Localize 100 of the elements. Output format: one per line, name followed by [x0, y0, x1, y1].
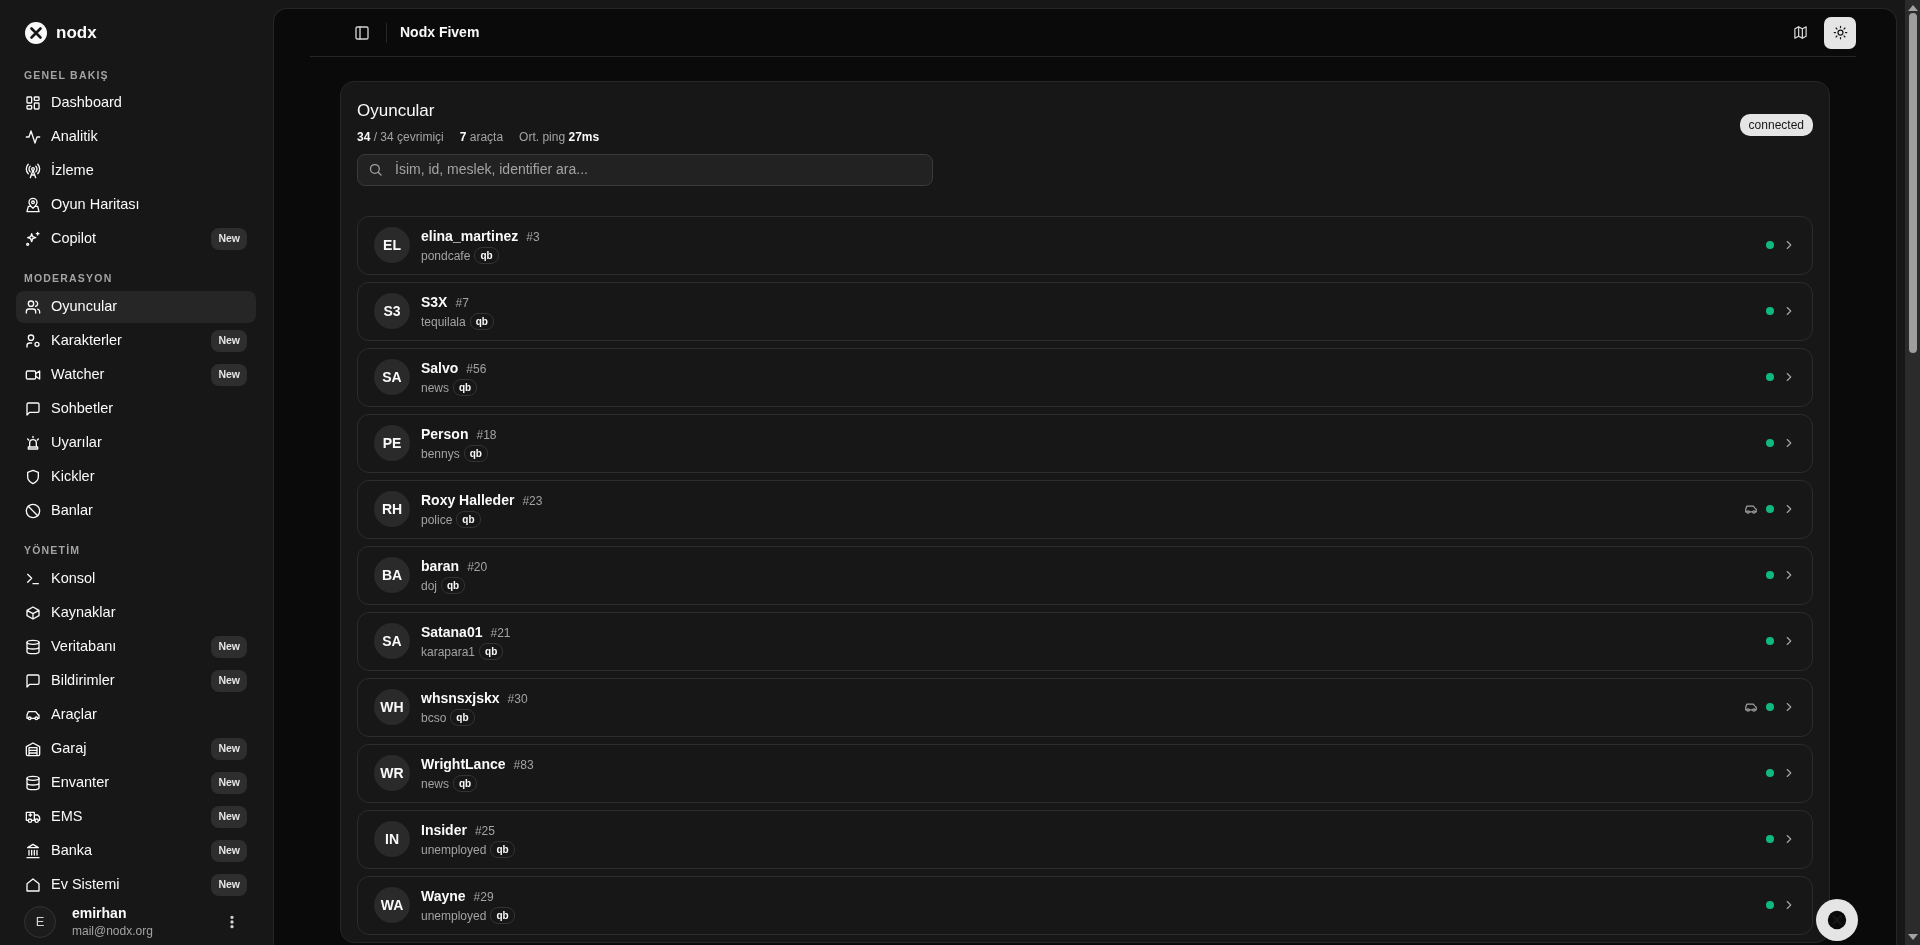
- player-avatar: WA: [374, 887, 410, 923]
- player-id: #23: [522, 492, 543, 510]
- sidebar-item[interactable]: Banlar: [16, 495, 256, 527]
- player-avatar: SA: [374, 359, 410, 395]
- house-icon: [25, 876, 41, 893]
- sidebar-item[interactable]: Konsol: [16, 562, 256, 595]
- sidebar-item[interactable]: Ev Sistemi New: [16, 868, 256, 901]
- sidebar-item[interactable]: Bildirimler New: [16, 664, 256, 697]
- user-avatar: E: [24, 906, 56, 939]
- scrollbar[interactable]: [1905, 0, 1920, 945]
- player-name: Satana01: [421, 622, 483, 642]
- page-title: Nodx Fivem: [400, 23, 480, 42]
- sidebar-item[interactable]: İzleme: [16, 155, 256, 188]
- player-avatar: BA: [374, 557, 410, 593]
- player-row[interactable]: WR WrightLance #83 news qb: [357, 743, 1813, 803]
- framework-tag: qb: [453, 775, 478, 792]
- framework-tag: qb: [469, 313, 494, 330]
- framework-tag: qb: [490, 841, 515, 858]
- player-row[interactable]: SA Salvo #56 news qb: [357, 347, 1813, 407]
- framework-tag: qb: [441, 577, 466, 594]
- player-job: news: [421, 379, 449, 397]
- sun-icon: [1832, 25, 1848, 40]
- player-job: pondcafe: [421, 247, 471, 265]
- player-row[interactable]: WA Wayne #29 unemployed qb: [357, 875, 1813, 935]
- player-id: #18: [476, 426, 497, 444]
- player-row[interactable]: PE Person #18 bennys qb: [357, 413, 1813, 473]
- player-row[interactable]: S3 S3X #7 tequilala qb: [357, 281, 1813, 341]
- player-name: Salvo: [421, 358, 459, 378]
- section-heading: YÖNETİM: [23, 543, 82, 558]
- chat-bubble-icon: [25, 672, 41, 689]
- siren-icon: [25, 435, 41, 451]
- framework-tag: qb: [450, 709, 475, 726]
- section-heading: GENEL BAKIŞ: [23, 67, 110, 83]
- player-name: baran: [421, 556, 460, 576]
- player-row[interactable]: IN Insider #25 unemployed qb: [357, 809, 1813, 869]
- player-row[interactable]: EL elina_martinez #3 pondcafe qb: [357, 215, 1813, 275]
- sidebar-item[interactable]: Araçlar: [16, 698, 256, 731]
- search-icon: [368, 162, 383, 177]
- new-badge: New: [211, 771, 247, 794]
- stat-text: 34 / 34 çevrimiçi: [357, 128, 444, 146]
- sidebar-item[interactable]: Oyun Haritası: [16, 189, 256, 222]
- logo-icon: [24, 20, 48, 45]
- bank-icon: [25, 842, 41, 859]
- sidebar-item[interactable]: Watcher New: [16, 359, 256, 391]
- new-badge: New: [211, 669, 247, 692]
- player-name: WrightLance: [421, 754, 506, 774]
- sidebar-item[interactable]: Karakterler New: [16, 325, 256, 357]
- sidebar-item[interactable]: Veritabanı New: [16, 630, 256, 663]
- player-row[interactable]: BA baran #20 doj qb: [357, 545, 1813, 605]
- sidebar-item[interactable]: Analitik: [16, 121, 256, 154]
- player-row[interactable]: RH Roxy Halleder #23 police qb: [357, 479, 1813, 539]
- sidebar-item[interactable]: Dashboard: [16, 87, 256, 120]
- stat-text: 7 araçta: [459, 128, 504, 146]
- framework-tag: qb: [490, 907, 515, 924]
- player-job: doj: [421, 577, 437, 595]
- radio-tower-icon: [25, 163, 41, 180]
- sidebar-item[interactable]: Oyuncular: [16, 291, 256, 323]
- sidebar-item[interactable]: Banka New: [16, 834, 256, 867]
- player-name: Wayne: [421, 886, 466, 906]
- player-row[interactable]: SA Satana01 #21 karapara1 qb: [357, 611, 1813, 671]
- player-id: #21: [490, 624, 511, 642]
- warehouse-icon: [25, 740, 41, 757]
- new-badge: New: [211, 873, 247, 896]
- player-row[interactable]: WH whsnsxjskx #30 bcso qb: [357, 677, 1813, 737]
- new-badge: New: [211, 330, 247, 352]
- search-field[interactable]: İsim, id, meslek, identifier ara...: [393, 158, 922, 181]
- pulse-icon: [25, 129, 41, 146]
- grid-icon: [25, 95, 41, 112]
- users-icon: [25, 299, 41, 315]
- sidebar-item[interactable]: Sohbetler: [16, 393, 256, 425]
- player-avatar: WR: [374, 755, 410, 791]
- sidebar-item[interactable]: Envanter New: [16, 766, 256, 799]
- theme-toggle-button[interactable]: [1824, 16, 1856, 49]
- database-icon: [25, 638, 41, 655]
- player-avatar: SA: [374, 623, 410, 659]
- new-badge: New: [211, 805, 247, 828]
- player-name: Person: [421, 424, 469, 444]
- player-id: #25: [474, 822, 495, 840]
- player-job: unemployed: [421, 907, 487, 925]
- sidebar-item[interactable]: Garaj New: [16, 732, 256, 765]
- sidebar-item[interactable]: EMS New: [16, 800, 256, 833]
- sidebar-item[interactable]: Kaynaklar: [16, 596, 256, 629]
- database-icon: [25, 774, 41, 791]
- player-avatar: RH: [374, 491, 410, 527]
- map-icon: [1792, 25, 1808, 40]
- shield-icon: [25, 469, 41, 485]
- logo-icon: [1827, 910, 1847, 930]
- sidebar-item[interactable]: Copilot New: [16, 223, 256, 256]
- user-email: mail@nodx.org: [72, 922, 153, 940]
- video-camera-icon: [25, 367, 41, 383]
- sidebar-item[interactable]: Uyarılar: [16, 427, 256, 459]
- sparkles-icon: [25, 231, 41, 248]
- framework-tag: qb: [479, 643, 504, 660]
- framework-tag: qb: [463, 445, 488, 462]
- player-id: #3: [526, 228, 540, 246]
- search-box[interactable]: İsim, id, meslek, identifier ara...: [357, 153, 933, 186]
- sidebar-item[interactable]: Kickler: [16, 461, 256, 493]
- player-job: bcso: [421, 709, 447, 727]
- player-job: police: [421, 511, 453, 529]
- player-job: unemployed: [421, 841, 487, 859]
